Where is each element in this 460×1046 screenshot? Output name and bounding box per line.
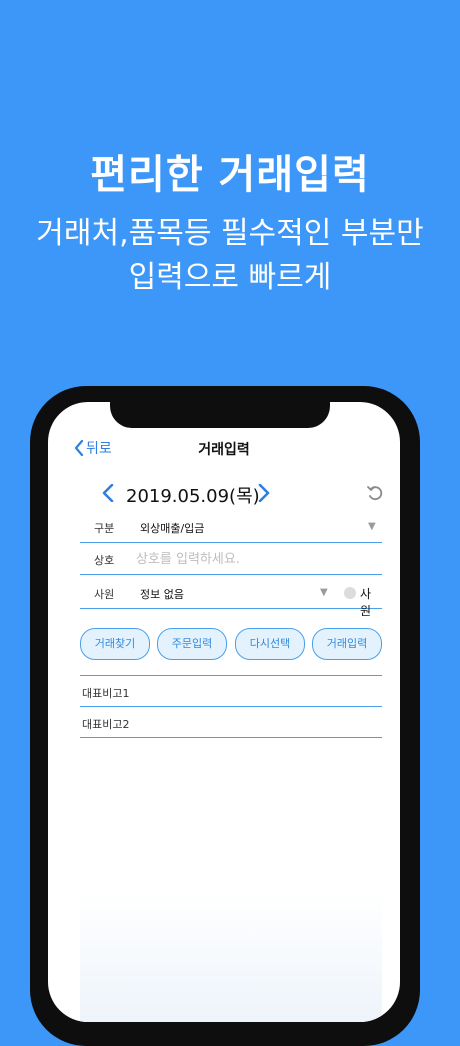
promo-title: 편리한 거래입력 — [90, 152, 370, 198]
category-row[interactable]: 구분 외상매출/입금 ▼ — [80, 512, 382, 543]
memo-label-1: 대표비고1 — [82, 687, 130, 700]
phone-notch — [110, 402, 330, 428]
promo-subtitle-line2: 입력으로 빠르게 — [128, 260, 332, 295]
chevron-left-icon — [102, 483, 114, 503]
category-value: 외상매출/입금 — [140, 522, 205, 535]
navbar: 뒤로 거래입력 — [48, 432, 400, 462]
date-prev-button[interactable] — [102, 483, 114, 506]
screen-bottom-fade — [80, 892, 382, 1022]
employee-label: 사원 — [94, 588, 115, 601]
date-text[interactable]: 2019.05.09(목) — [126, 482, 260, 508]
company-row: 상호 — [80, 544, 382, 575]
memo-row-1[interactable]: 대표비고1 — [80, 676, 382, 707]
employee-radio-label[interactable]: 사원 — [360, 585, 382, 619]
memo-row-2[interactable]: 대표비고2 — [80, 707, 382, 738]
employee-row: 사원 정보 없음 ▼ 사원 — [80, 578, 382, 618]
dropdown-arrow-icon[interactable]: ▼ — [320, 587, 328, 598]
refresh-button[interactable] — [366, 484, 384, 506]
find-transaction-button[interactable]: 거래찾기 — [80, 628, 150, 660]
dropdown-arrow-icon[interactable]: ▼ — [368, 521, 376, 532]
employee-radio[interactable] — [344, 587, 356, 599]
date-next-button[interactable] — [258, 483, 270, 506]
undo-icon — [367, 486, 383, 501]
order-entry-button[interactable]: 주문입력 — [157, 628, 227, 660]
date-row: 2019.05.09(목) — [48, 480, 400, 508]
reselect-button[interactable]: 다시선택 — [235, 628, 305, 660]
phone-screen: 뒤로 거래입력 2019.05.09(목) 구분 외상매출/입금 ▼ 상호 상호… — [48, 402, 400, 1022]
memo-label-2: 대표비고2 — [82, 718, 130, 731]
action-buttons: 거래찾기 주문입력 다시선택 거래입력 — [80, 628, 382, 662]
transaction-entry-button[interactable]: 거래입력 — [312, 628, 382, 660]
page-title: 거래입력 — [198, 442, 250, 458]
promo-subtitle: 거래처,품목등 필수적인 부분만 입력으로 빠르게 — [0, 212, 460, 300]
company-input[interactable] — [136, 548, 366, 570]
company-label: 상호 — [94, 554, 115, 567]
chevron-right-icon — [258, 483, 270, 503]
promo-subtitle-line1: 거래처,품목등 필수적인 부분만 — [36, 216, 424, 251]
employee-value[interactable]: 정보 없음 — [140, 586, 184, 602]
category-label: 구분 — [94, 522, 115, 535]
